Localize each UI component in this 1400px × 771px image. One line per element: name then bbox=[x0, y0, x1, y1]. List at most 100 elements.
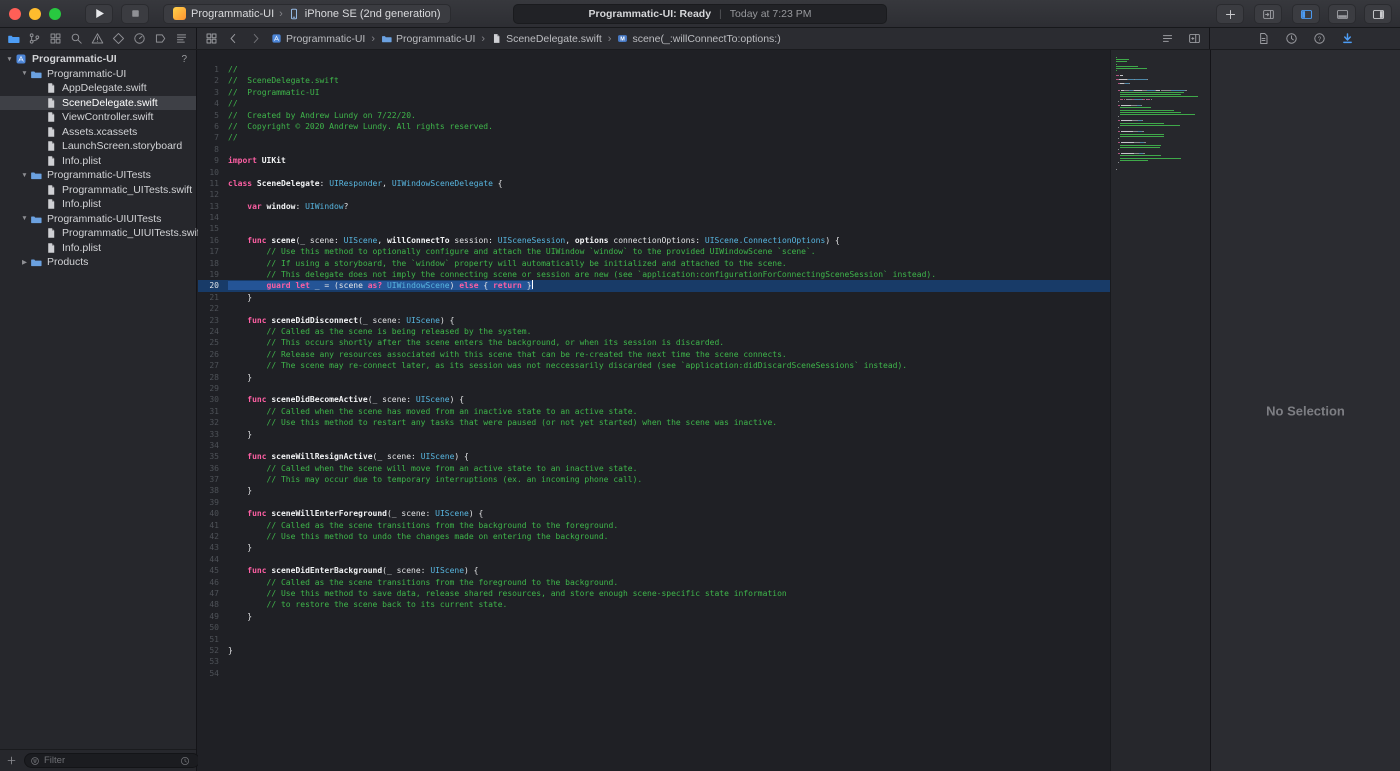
code-line[interactable]: 37 // This may occur due to temporary in… bbox=[198, 474, 1210, 485]
line-number[interactable]: 10 bbox=[198, 167, 228, 178]
filter-field[interactable] bbox=[24, 753, 200, 768]
toggle-inspector-button[interactable] bbox=[1364, 4, 1392, 24]
line-number[interactable]: 25 bbox=[198, 337, 228, 348]
line-number[interactable]: 48 bbox=[198, 599, 228, 610]
code-line[interactable]: 15 bbox=[198, 223, 1210, 234]
line-number[interactable]: 6 bbox=[198, 121, 228, 132]
code-line[interactable]: 11 class SceneDelegate: UIResponder, UIWi… bbox=[198, 178, 1210, 189]
code-line[interactable]: 47 // Use this method to save data, rele… bbox=[198, 588, 1210, 599]
sidebar-item-appdelegate-swift[interactable]: AppDelegate.swift bbox=[0, 81, 196, 96]
line-number[interactable]: 22 bbox=[198, 303, 228, 314]
code-line[interactable]: 35 func sceneWillResignActive(_ scene: U… bbox=[198, 451, 1210, 462]
line-number[interactable]: 30 bbox=[198, 394, 228, 405]
code-line[interactable]: 8 bbox=[198, 144, 1210, 155]
line-number[interactable]: 31 bbox=[198, 406, 228, 417]
code-line[interactable]: 5// Created by Andrew Lundy on 7/22/20. bbox=[198, 110, 1210, 121]
line-number[interactable]: 54 bbox=[198, 668, 228, 679]
code-line[interactable]: 42 // Use this method to undo the change… bbox=[198, 531, 1210, 542]
close-window-button[interactable] bbox=[9, 7, 21, 20]
line-number[interactable]: 8 bbox=[198, 144, 228, 155]
sidebar-item-info-plist[interactable]: Info.plist bbox=[0, 241, 196, 256]
code-line[interactable]: 40 func sceneWillEnterForeground(_ scene… bbox=[198, 508, 1210, 519]
line-number[interactable]: 29 bbox=[198, 383, 228, 394]
line-number[interactable]: 35 bbox=[198, 451, 228, 462]
download-indicator-icon[interactable] bbox=[1341, 32, 1354, 45]
history-inspector-icon[interactable] bbox=[1285, 32, 1298, 45]
code-line[interactable]: 32 // Use this method to restart any tas… bbox=[198, 417, 1210, 428]
line-number[interactable]: 36 bbox=[198, 463, 228, 474]
related-items-icon[interactable] bbox=[205, 32, 218, 45]
sidebar-item-programmatic-uitests-swift[interactable]: Programmatic_UITests.swift bbox=[0, 183, 196, 198]
stop-button[interactable] bbox=[121, 3, 149, 24]
code-line[interactable]: 48 // to restore the scene back to its c… bbox=[198, 599, 1210, 610]
sidebar-item-info-plist[interactable]: Info.plist bbox=[0, 154, 196, 169]
breakpoint-navigator-tab[interactable] bbox=[154, 32, 167, 45]
sidebar-item-launchscreen-storyboard[interactable]: LaunchScreen.storyboard bbox=[0, 139, 196, 154]
line-number[interactable]: 44 bbox=[198, 554, 228, 565]
sidebar-item-programmatic-ui[interactable]: ▼ Programmatic-UI bbox=[0, 67, 196, 82]
filter-input[interactable] bbox=[44, 755, 176, 766]
line-number[interactable]: 19 bbox=[198, 269, 228, 280]
line-number[interactable]: 3 bbox=[198, 87, 228, 98]
code-line[interactable]: 43 } bbox=[198, 542, 1210, 553]
symbol-navigator-tab[interactable] bbox=[49, 32, 62, 45]
code-line[interactable]: 52} bbox=[198, 645, 1210, 656]
line-number[interactable]: 49 bbox=[198, 611, 228, 622]
file-inspector-icon[interactable] bbox=[1257, 32, 1270, 45]
line-number[interactable]: 41 bbox=[198, 520, 228, 531]
code-line[interactable]: 22 bbox=[198, 303, 1210, 314]
breadcrumb-item[interactable]: SceneDelegate.swift bbox=[491, 33, 602, 45]
breadcrumb-item[interactable]: Programmatic-UI bbox=[271, 33, 365, 45]
sidebar-item-info-plist[interactable]: Info.plist bbox=[0, 197, 196, 212]
add-editor-icon[interactable] bbox=[1188, 32, 1201, 45]
code-line[interactable]: 53 bbox=[198, 656, 1210, 667]
code-line[interactable]: 13 var window: UIWindow? bbox=[198, 201, 1210, 212]
line-number[interactable]: 27 bbox=[198, 360, 228, 371]
line-number[interactable]: 16 bbox=[198, 235, 228, 246]
line-number[interactable]: 28 bbox=[198, 372, 228, 383]
report-navigator-tab[interactable] bbox=[175, 32, 188, 45]
sidebar-item-products[interactable]: ▶ Products bbox=[0, 255, 196, 270]
disclosure-triangle[interactable]: ▼ bbox=[19, 172, 30, 179]
line-number[interactable]: 20 bbox=[198, 280, 228, 291]
code-line[interactable]: 4// bbox=[198, 98, 1210, 109]
code-line[interactable]: 36 // Called when the scene will move fr… bbox=[198, 463, 1210, 474]
line-number[interactable]: 11 bbox=[198, 178, 228, 189]
line-number[interactable]: 24 bbox=[198, 326, 228, 337]
sidebar-item-programmatic-uiuitests[interactable]: ▼ Programmatic-UIUITests bbox=[0, 212, 196, 227]
code-line[interactable]: 10 bbox=[198, 167, 1210, 178]
code-line[interactable]: 45 func sceneDidEnterBackground(_ scene:… bbox=[198, 565, 1210, 576]
code-line[interactable]: 34 bbox=[198, 440, 1210, 451]
disclosure-triangle[interactable]: ▶ bbox=[19, 258, 30, 266]
code-line[interactable]: 33 } bbox=[198, 429, 1210, 440]
line-number[interactable]: 33 bbox=[198, 429, 228, 440]
code-line[interactable]: 46 // Called as the scene transitions fr… bbox=[198, 577, 1210, 588]
line-number[interactable]: 21 bbox=[198, 292, 228, 303]
line-number[interactable]: 4 bbox=[198, 98, 228, 109]
code-line[interactable]: 50 bbox=[198, 622, 1210, 633]
line-number[interactable]: 5 bbox=[198, 110, 228, 121]
code-line[interactable]: 3// Programmatic-UI bbox=[198, 87, 1210, 98]
code-line[interactable]: 6// Copyright © 2020 Andrew Lundy. All r… bbox=[198, 121, 1210, 132]
scheme-selector[interactable]: Programmatic-UI › iPhone SE (2nd generat… bbox=[163, 3, 451, 24]
minimap[interactable] bbox=[1110, 50, 1210, 771]
breadcrumb-item[interactable]: Programmatic-UI bbox=[381, 33, 475, 45]
editor-focus-button[interactable] bbox=[1254, 4, 1282, 24]
code-line[interactable]: 31 // Called when the scene has moved fr… bbox=[198, 406, 1210, 417]
code-line[interactable]: 28 } bbox=[198, 372, 1210, 383]
disclosure-triangle[interactable]: ▼ bbox=[19, 70, 30, 77]
issue-navigator-tab[interactable] bbox=[91, 32, 104, 45]
code-line[interactable]: 7// bbox=[198, 132, 1210, 143]
code-line[interactable]: 12 bbox=[198, 189, 1210, 200]
sidebar-item-programmatic-uitests[interactable]: ▼ Programmatic-UITests bbox=[0, 168, 196, 183]
code-line[interactable]: 38 } bbox=[198, 485, 1210, 496]
code-line[interactable]: 16 func scene(_ scene: UIScene, willConn… bbox=[198, 235, 1210, 246]
run-button[interactable] bbox=[85, 3, 113, 24]
source-editor[interactable]: 1//2// SceneDelegate.swift 3// Programmat… bbox=[198, 50, 1210, 771]
line-number[interactable]: 51 bbox=[198, 634, 228, 645]
line-number[interactable]: 18 bbox=[198, 258, 228, 269]
forward-button[interactable] bbox=[249, 32, 262, 45]
library-button[interactable] bbox=[1216, 4, 1244, 24]
project-navigator-tab[interactable] bbox=[7, 32, 20, 45]
code-line[interactable]: 25 // This occurs shortly after the scen… bbox=[198, 337, 1210, 348]
